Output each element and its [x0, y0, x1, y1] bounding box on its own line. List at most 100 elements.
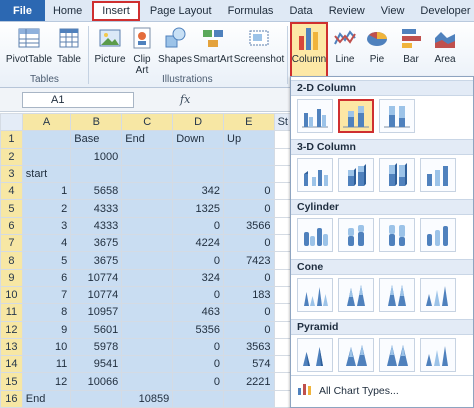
row-header[interactable]: 1 [0, 130, 23, 149]
cell[interactable] [223, 164, 275, 184]
tab-insert[interactable]: Insert [92, 1, 140, 21]
row-header[interactable]: 4 [0, 182, 23, 201]
stacked-pyramid-option[interactable] [338, 338, 374, 372]
row-header[interactable]: 9 [0, 268, 23, 287]
cell[interactable]: 0 [223, 182, 275, 201]
cell[interactable]: 0 [172, 337, 224, 357]
clustered-cylinder-option[interactable] [297, 218, 333, 252]
cell[interactable]: Down [172, 130, 224, 149]
cell[interactable]: 1325 [172, 199, 224, 218]
cell[interactable]: 0 [172, 285, 224, 305]
cell[interactable]: 463 [172, 303, 224, 322]
tab-developer[interactable]: Developer [412, 0, 474, 21]
cell[interactable] [21, 130, 72, 149]
row-header[interactable]: 3 [0, 164, 23, 184]
row-header[interactable]: 11 [0, 303, 23, 322]
row-header[interactable]: 2 [0, 147, 23, 166]
row-header[interactable]: 14 [0, 355, 23, 374]
cell[interactable] [172, 147, 224, 166]
3d-stacked-column-option[interactable] [338, 158, 374, 192]
cell[interactable] [273, 389, 292, 408]
clustered-cone-option[interactable] [297, 278, 333, 312]
cell[interactable]: 0 [223, 303, 275, 322]
row-header[interactable]: 16 [0, 389, 23, 408]
cell[interactable]: 183 [223, 285, 275, 305]
cell[interactable]: 0 [172, 251, 224, 270]
cell[interactable]: End [21, 389, 72, 408]
cell[interactable]: 8 [21, 303, 72, 322]
100-stacked-column-option[interactable] [379, 99, 415, 133]
cell[interactable]: 10859 [121, 389, 174, 408]
cell[interactable]: 0 [223, 234, 275, 253]
fx-icon[interactable]: fx [180, 93, 190, 106]
column-header[interactable]: D [172, 113, 224, 132]
cell[interactable] [21, 147, 72, 166]
cell[interactable]: 4224 [172, 234, 224, 253]
cell[interactable]: 342 [172, 182, 224, 201]
tab-file[interactable]: File [0, 0, 45, 21]
column-chart-button[interactable]: Column [290, 22, 328, 78]
cell[interactable]: 3566 [223, 216, 275, 236]
all-chart-types-button[interactable]: All Chart Types... [291, 375, 473, 405]
cell[interactable]: 0 [172, 216, 224, 236]
cell[interactable]: End [121, 130, 174, 149]
cell[interactable]: Base [70, 130, 123, 149]
cell[interactable] [121, 199, 174, 218]
cell[interactable]: 11 [21, 355, 72, 374]
cell[interactable]: 4 [21, 234, 72, 253]
cell[interactable] [273, 216, 292, 236]
cell[interactable]: 5 [21, 251, 72, 270]
cell[interactable] [121, 182, 174, 201]
cell[interactable] [273, 130, 292, 149]
cell[interactable]: 0 [223, 320, 275, 339]
cell[interactable] [273, 372, 292, 391]
cell[interactable] [273, 234, 292, 253]
cell[interactable]: 0 [223, 268, 275, 287]
3d-cone-option[interactable] [420, 278, 456, 312]
cell[interactable]: 5356 [172, 320, 224, 339]
cell[interactable] [121, 320, 174, 339]
cell[interactable] [121, 355, 174, 374]
picture-button[interactable]: Picture [92, 24, 128, 86]
column-header[interactable]: C [121, 113, 174, 132]
100-stacked-cone-option[interactable] [379, 278, 415, 312]
cell[interactable]: 10 [21, 337, 72, 357]
cell[interactable] [273, 164, 292, 184]
clustered-pyramid-option[interactable] [297, 338, 333, 372]
cell[interactable] [121, 147, 174, 166]
cell[interactable]: 1 [21, 182, 72, 201]
row-header[interactable]: 8 [0, 251, 23, 270]
column-header[interactable]: St [273, 113, 292, 132]
cell[interactable]: 5658 [70, 182, 123, 201]
cell[interactable] [121, 234, 174, 253]
100-stacked-cylinder-option[interactable] [379, 218, 415, 252]
cell[interactable] [223, 147, 275, 166]
cell[interactable]: 12 [21, 372, 72, 391]
cell[interactable] [273, 182, 292, 201]
row-header[interactable]: 6 [0, 216, 23, 236]
cell[interactable]: 0 [223, 199, 275, 218]
cell[interactable]: 0 [172, 355, 224, 374]
tab-formulas[interactable]: Formulas [220, 0, 282, 21]
cell[interactable]: 7423 [223, 251, 275, 270]
cell[interactable] [273, 303, 292, 322]
cell[interactable] [273, 337, 292, 357]
row-header[interactable]: 13 [0, 337, 23, 357]
cell[interactable] [121, 216, 174, 236]
cell[interactable]: 574 [223, 355, 275, 374]
cell[interactable]: 5978 [70, 337, 123, 357]
100-stacked-pyramid-option[interactable] [379, 338, 415, 372]
cell[interactable]: 3 [21, 216, 72, 236]
cell[interactable]: 0 [172, 372, 224, 391]
column-header[interactable]: B [70, 113, 123, 132]
tab-view[interactable]: View [373, 0, 413, 21]
cell[interactable] [121, 164, 174, 184]
row-header[interactable]: 10 [0, 285, 23, 305]
cell[interactable]: 10957 [70, 303, 123, 322]
cell[interactable]: 3675 [70, 251, 123, 270]
cell[interactable]: 3675 [70, 234, 123, 253]
3d-clustered-column-option[interactable] [297, 158, 333, 192]
cell[interactable]: 4333 [70, 199, 123, 218]
cell[interactable] [273, 147, 292, 166]
cell[interactable]: 10774 [70, 285, 123, 305]
